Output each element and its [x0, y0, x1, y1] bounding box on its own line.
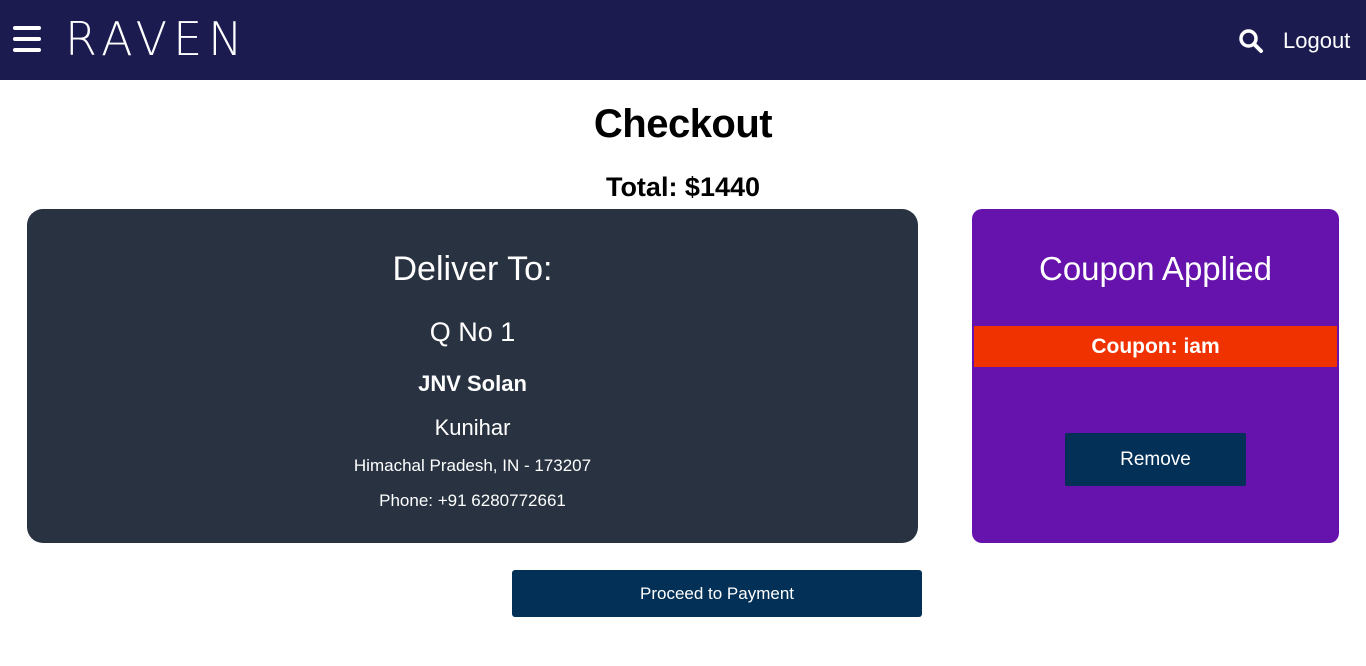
deliver-to-heading: Deliver To:: [392, 250, 553, 288]
order-total: Total: $1440: [605, 172, 761, 202]
page-title: Checkout: [593, 102, 773, 146]
address-phone: Phone: +91 6280772661: [379, 491, 566, 510]
search-icon[interactable]: [1238, 28, 1264, 54]
address-city: Kunihar: [434, 415, 511, 440]
coupon-applied-heading: Coupon Applied: [1038, 250, 1273, 287]
top-navbar: RAVEN Logout: [0, 0, 1366, 80]
hamburger-bar: [13, 48, 41, 52]
address-region: Himachal Pradesh, IN - 173207: [353, 456, 592, 475]
logout-link[interactable]: Logout: [1283, 26, 1350, 56]
hamburger-bar: [13, 37, 41, 41]
brand-logo[interactable]: RAVEN: [65, 14, 249, 64]
coupon-code-badge: Coupon: iam: [974, 326, 1337, 367]
delivery-address-card: Deliver To: Q No 1 JNV Solan Kunihar Him…: [27, 209, 918, 543]
address-line-1: Q No 1: [429, 317, 516, 347]
remove-coupon-button[interactable]: Remove: [1065, 433, 1246, 486]
address-line-2: JNV Solan: [418, 371, 527, 396]
hamburger-bar: [13, 26, 41, 30]
coupon-card: Coupon Applied Coupon: iam Remove: [972, 209, 1339, 543]
hamburger-menu-icon[interactable]: [13, 26, 41, 52]
proceed-to-payment-button[interactable]: Proceed to Payment: [512, 570, 922, 617]
